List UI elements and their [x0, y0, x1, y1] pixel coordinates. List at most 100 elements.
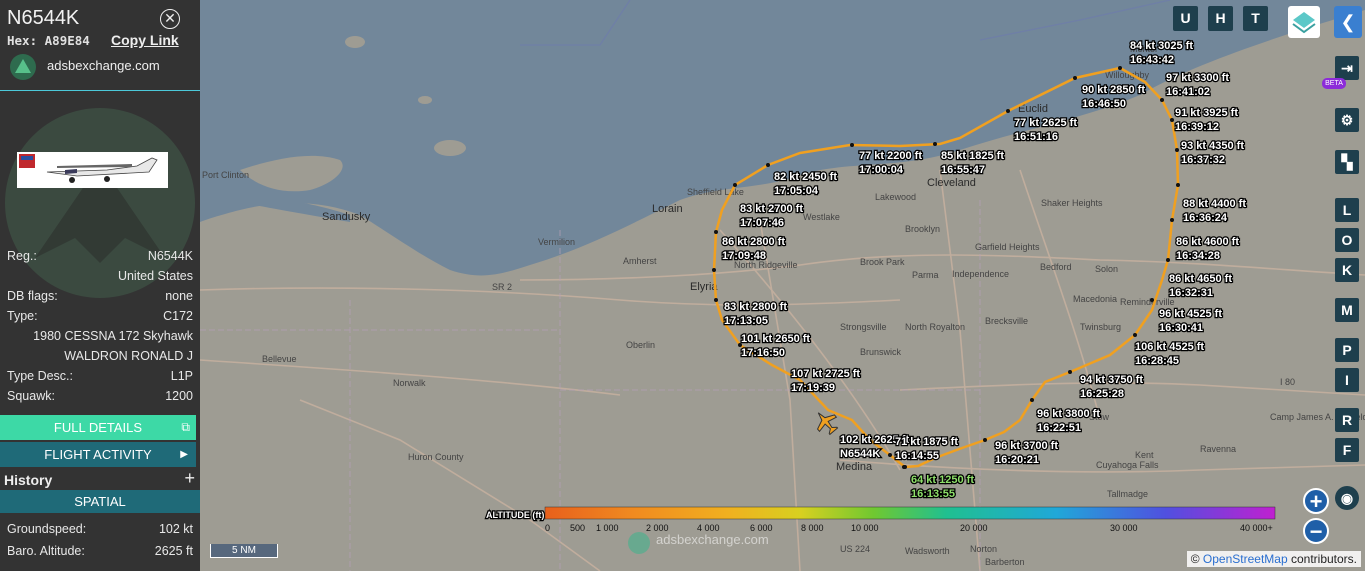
toggle-l-button[interactable]: L — [1335, 198, 1359, 222]
toggle-t-button[interactable]: T — [1243, 6, 1268, 31]
site-name[interactable]: adsbexchange.com — [47, 58, 160, 73]
detail-value: C172 — [163, 309, 193, 323]
flight-activity-button[interactable]: FLIGHT ACTIVITY ▶ — [0, 442, 196, 467]
history-heading: History — [4, 472, 53, 488]
track-label-speed-alt: 86 kt 4650 ft — [1169, 273, 1232, 285]
beta-badge: BETA — [1322, 78, 1346, 89]
place-label-brooklyn: Brooklyn — [905, 224, 940, 234]
track-label-time: 16:46:50 — [1082, 98, 1126, 110]
place-label-lakewood: Lakewood — [875, 192, 916, 202]
track-label-speed-alt: 82 kt 2450 ft — [774, 171, 837, 183]
place-label-garfield-heights: Garfield Heights — [975, 242, 1040, 252]
layers-icon — [1292, 12, 1316, 34]
place-label-amherst: Amherst — [623, 256, 657, 266]
aircraft-photo[interactable] — [17, 152, 168, 188]
track-label-speed-alt: 93 kt 4350 ft — [1181, 140, 1244, 152]
track-label-time: 16:51:16 — [1014, 131, 1058, 143]
track-label-time: 17:13:05 — [724, 315, 768, 327]
track-point — [1030, 398, 1034, 402]
track-point — [1118, 66, 1122, 70]
track-point — [983, 438, 987, 442]
track-label-speed-alt: 94 kt 3750 ft — [1080, 374, 1143, 386]
track-label-time: 16:22:51 — [1037, 422, 1081, 434]
detail-value: none — [165, 289, 193, 303]
spatial-section-header[interactable]: SPATIAL — [0, 490, 200, 513]
map-credits: © OpenStreetMap contributors. — [1186, 551, 1361, 567]
track-label-speed-alt: 97 kt 3300 ft — [1166, 72, 1229, 84]
track-label-time: N6544K — [840, 448, 880, 460]
expand-plus-icon[interactable]: + — [184, 468, 195, 489]
toggle-m-button[interactable]: M — [1335, 298, 1359, 322]
track-label-time: 17:09:48 — [722, 250, 766, 262]
detail-label: Type Desc.: — [7, 369, 73, 383]
altitude-tick-label: 500 — [570, 523, 585, 533]
toggle-o-button[interactable]: O — [1335, 228, 1359, 252]
track-point — [1150, 298, 1154, 302]
place-label-port-clinton: Port Clinton — [202, 170, 249, 180]
place-label-norwalk: Norwalk — [393, 378, 426, 388]
stats-icon[interactable]: ▚ — [1335, 150, 1359, 174]
track-point — [714, 230, 718, 234]
settings-gear-icon[interactable]: ⚙ — [1335, 108, 1359, 132]
track-label-time: 16:13:55 — [911, 488, 955, 500]
stat-value: 2625 ft — [154, 544, 193, 558]
toggle-k-button[interactable]: K — [1335, 258, 1359, 282]
detail-label: Type: — [7, 309, 38, 323]
map-area[interactable]: Sandusky Lorain Elyria Cleveland Euclid Medin… — [199, 0, 1365, 571]
place-label-twinsburg: Twinsburg — [1080, 322, 1121, 332]
place-label-westlake: Westlake — [803, 212, 840, 222]
adsbexchange-logo-icon — [10, 54, 36, 80]
map-canvas[interactable]: SanduskyLorainElyriaClevelandEuclidMedin… — [199, 0, 1365, 571]
track-point — [733, 183, 737, 187]
osm-link[interactable]: OpenStreetMap — [1203, 552, 1288, 566]
track-label-speed-alt: 71 kt 1875 ft — [895, 436, 958, 448]
place-label-wadsworth: Wadsworth — [905, 546, 950, 556]
track-label-speed-alt: 77 kt 2200 ft — [859, 150, 922, 162]
place-label-independence: Independence — [952, 269, 1009, 279]
detail-value: 1980 CESSNA 172 Skyhawk — [33, 329, 193, 343]
watermark-logo-icon — [628, 532, 650, 554]
place-label-solon: Solon — [1095, 264, 1118, 274]
track-label-speed-alt: 88 kt 4400 ft — [1183, 198, 1246, 210]
layers-button[interactable] — [1288, 6, 1320, 38]
copy-link[interactable]: Copy Link — [111, 32, 179, 48]
place-label-brunswick: Brunswick — [860, 347, 902, 357]
credits-suffix: contributors. — [1290, 552, 1357, 566]
detail-label: Reg.: — [7, 249, 37, 263]
place-label-shaker-heights: Shaker Heights — [1041, 198, 1103, 208]
replay-icon[interactable]: ◉ — [1335, 486, 1359, 510]
place-label-macedonia: Macedonia — [1073, 294, 1117, 304]
toggle-u-button[interactable]: U — [1173, 6, 1198, 31]
altitude-gradient-bar — [544, 506, 1276, 520]
place-label-norton: Norton — [970, 544, 997, 554]
track-point — [712, 268, 716, 272]
sign-in-icon[interactable]: ⇥ — [1335, 56, 1359, 80]
place-label-sr2: SR 2 — [492, 282, 512, 292]
detail-label: Squawk: — [7, 389, 55, 403]
collapse-arrow-icon[interactable]: ❮ — [1334, 6, 1362, 38]
track-point — [1170, 218, 1174, 222]
track-label-time: 16:37:32 — [1181, 154, 1225, 166]
place-label-north-royalton: North Royalton — [905, 322, 965, 332]
toggle-r-button[interactable]: R — [1335, 408, 1359, 432]
toggle-i-button[interactable]: I — [1335, 368, 1359, 392]
track-point — [902, 465, 906, 469]
track-point — [1073, 76, 1077, 80]
callsign: N6544K — [7, 7, 80, 29]
track-label-speed-alt: 96 kt 4525 ft — [1159, 308, 1222, 320]
toggle-p-button[interactable]: P — [1335, 338, 1359, 362]
close-icon[interactable]: ✕ — [160, 9, 180, 29]
toggle-h-button[interactable]: H — [1208, 6, 1233, 31]
track-point — [1175, 148, 1179, 152]
zoom-in-button[interactable]: + — [1303, 488, 1329, 514]
altitude-tick-label: 10 000 — [851, 523, 879, 533]
zoom-out-button[interactable]: − — [1303, 518, 1329, 544]
toggle-f-button[interactable]: F — [1335, 438, 1359, 462]
hex-code: A89E84 — [44, 33, 90, 48]
credits-prefix: © — [1190, 552, 1200, 566]
place-label-brook-park: Brook Park — [860, 257, 905, 267]
full-details-button[interactable]: FULL DETAILS ⧉ — [0, 415, 196, 440]
detail-label: DB flags: — [7, 289, 58, 303]
track-label-speed-alt: 83 kt 2800 ft — [724, 301, 787, 313]
hex-label: Hex: — [7, 33, 38, 48]
